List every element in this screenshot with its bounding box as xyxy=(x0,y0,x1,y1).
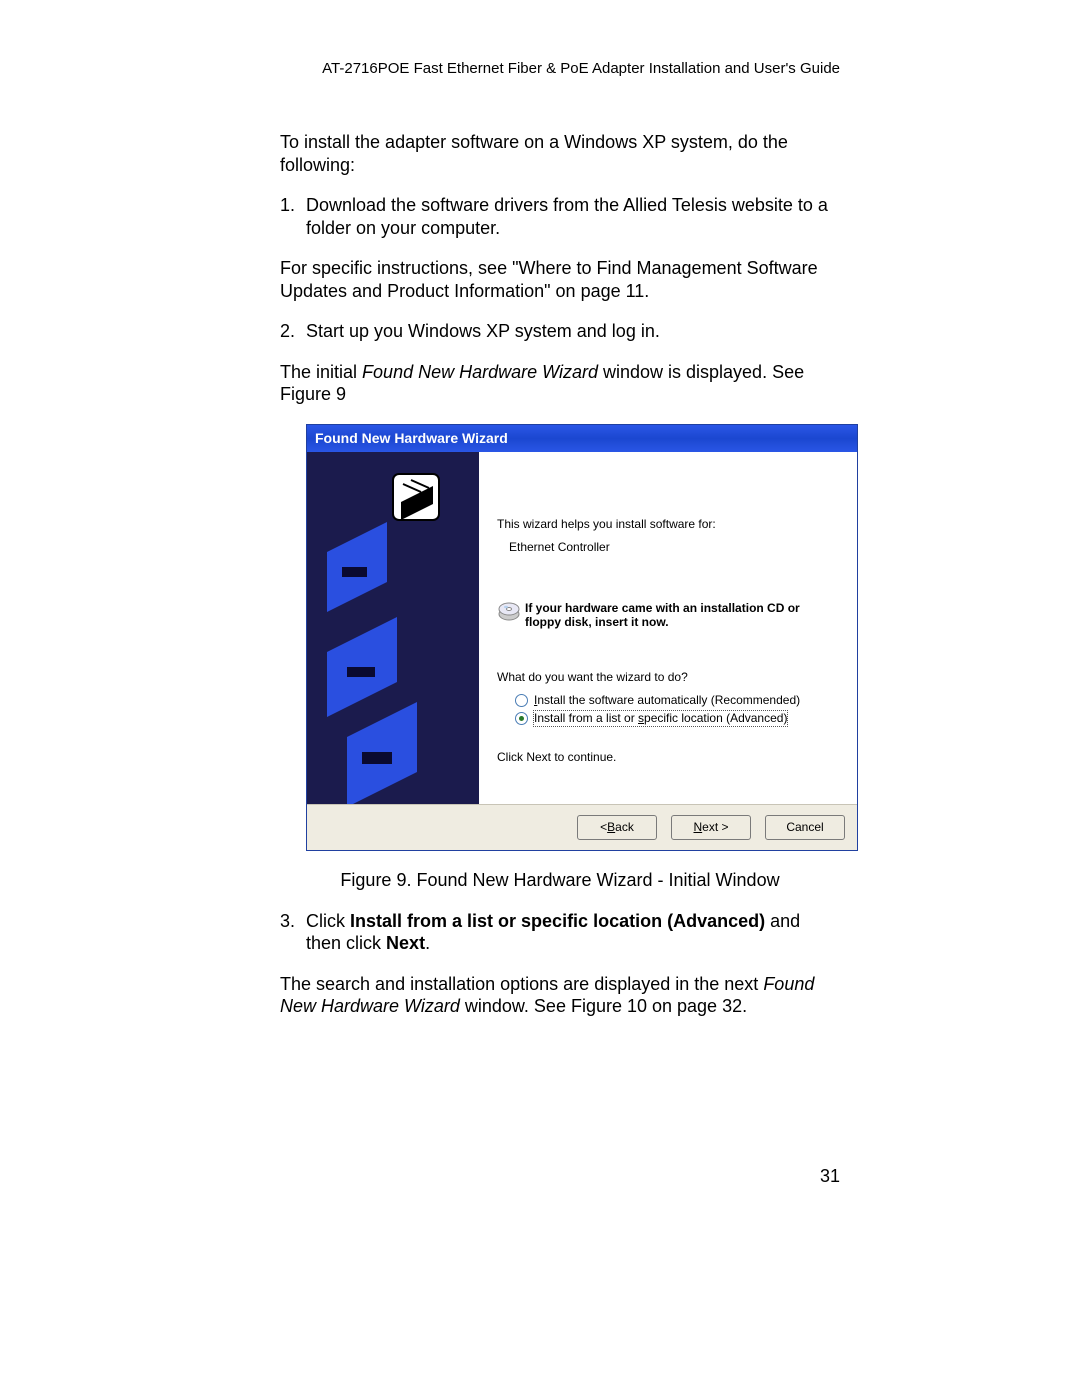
wizard-title-bar: Found New Hardware Wizard xyxy=(307,425,857,453)
cancel-button[interactable]: Cancel xyxy=(765,815,845,840)
wizard-window: Found New Hardware Wizard xyxy=(306,424,858,852)
doc-content: To install the adapter software on a Win… xyxy=(280,131,840,1018)
wizard-question: What do you want the wizard to do? xyxy=(497,670,839,685)
step-2-number: 2. xyxy=(280,320,306,343)
step-3-sub: The search and installation options are … xyxy=(280,973,840,1018)
back-button[interactable]: < Back< Back xyxy=(577,815,657,840)
radio-option-automatic[interactable]: IInstall the software automatically (Rec… xyxy=(515,693,839,708)
wizard-helps-text: This wizard helps you install software f… xyxy=(497,517,839,532)
step-3: 3. Click Install from a list or specific… xyxy=(280,910,840,955)
next-button[interactable]: Next >Next > xyxy=(671,815,751,840)
step-1-sub: For specific instructions, see "Where to… xyxy=(280,257,840,302)
radio-icon xyxy=(515,694,528,707)
step-2-sub: The initial Found New Hardware Wizard wi… xyxy=(280,361,840,406)
wizard-device-name: Ethernet Controller xyxy=(509,540,839,555)
step-3-number: 3. xyxy=(280,910,306,955)
page-number: 31 xyxy=(820,1166,840,1187)
radio-option-advanced[interactable]: Install from a list or specific location… xyxy=(515,711,839,726)
doc-header: AT-2716POE Fast Ethernet Fiber & PoE Ada… xyxy=(0,60,1080,77)
wizard-cd-text: If your hardware came with an installati… xyxy=(525,601,839,630)
wizard-continue-text: Click Next to continue. xyxy=(497,750,839,765)
intro-paragraph: To install the adapter software on a Win… xyxy=(280,131,840,176)
step-1-number: 1. xyxy=(280,194,306,239)
radio-icon-selected xyxy=(515,712,528,725)
figure-9: Found New Hardware Wizard xyxy=(306,424,840,852)
step-1: 1. Download the software drivers from th… xyxy=(280,194,840,239)
step-3-text: Click Install from a list or specific lo… xyxy=(306,910,840,955)
wizard-main-panel: This wizard helps you install software f… xyxy=(479,452,857,804)
step-1-text: Download the software drivers from the A… xyxy=(306,194,840,239)
wizard-footer: < Back< Back Next >Next > Cancel xyxy=(307,804,857,850)
wizard-side-graphic xyxy=(307,452,479,804)
figure-caption: Figure 9. Found New Hardware Wizard - In… xyxy=(280,869,840,892)
cd-icon xyxy=(497,601,525,629)
step-2: 2. Start up you Windows XP system and lo… xyxy=(280,320,840,343)
step-2-text: Start up you Windows XP system and log i… xyxy=(306,320,660,343)
